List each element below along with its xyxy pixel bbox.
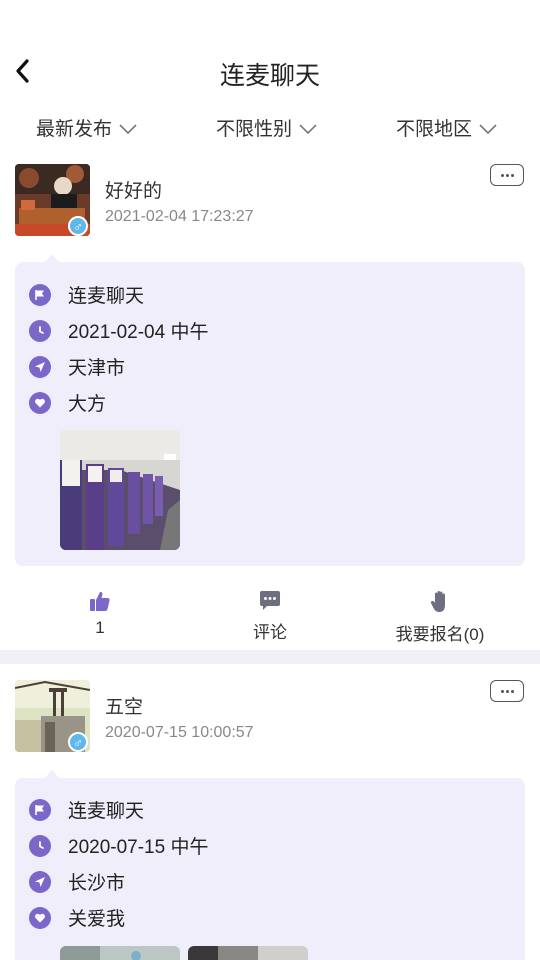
top-bar: 连麦聊天 bbox=[0, 0, 540, 104]
info-row-location: 天津市 bbox=[29, 353, 125, 380]
thumbs-up-icon bbox=[90, 591, 110, 611]
dot bbox=[500, 689, 504, 693]
dot bbox=[510, 689, 514, 693]
filter-gender-label: 不限性别 bbox=[216, 119, 293, 140]
username: 好好的 bbox=[105, 181, 163, 202]
comment-icon bbox=[260, 591, 280, 610]
info-row-time: 2021-02-04 中午 bbox=[29, 317, 208, 344]
clock-icon bbox=[29, 319, 51, 342]
info-requirement: 关爱我 bbox=[68, 909, 126, 930]
info-time: 2020-07-15 中午 bbox=[68, 837, 209, 858]
dot bbox=[505, 173, 509, 177]
like-button[interactable]: 1 bbox=[80, 590, 120, 638]
post-photo[interactable] bbox=[60, 430, 180, 550]
post-card: ♂ 好好的 2021-02-04 17:23:27 连麦聊天 2021-02-0… bbox=[0, 150, 540, 650]
flag-icon bbox=[29, 798, 51, 821]
comment-button[interactable]: 评论 bbox=[240, 590, 300, 643]
location-arrow-icon bbox=[29, 355, 51, 378]
info-requirement: 大方 bbox=[68, 394, 107, 415]
filter-sort-label: 最新发布 bbox=[36, 119, 113, 140]
filter-sort[interactable]: 最新发布 bbox=[36, 114, 138, 141]
info-row-location: 长沙市 bbox=[29, 868, 125, 895]
info-city: 长沙市 bbox=[68, 873, 126, 894]
info-row-topic: 连麦聊天 bbox=[29, 281, 144, 308]
info-topic: 连麦聊天 bbox=[68, 801, 145, 822]
chevron-down-icon bbox=[119, 123, 137, 134]
male-icon: ♂ bbox=[73, 218, 83, 234]
signup-button[interactable]: 我要报名(0) bbox=[385, 590, 495, 645]
info-row-requirement: 关爱我 bbox=[29, 904, 125, 931]
event-info-card[interactable]: 连麦聊天 2021-02-04 中午 天津市 大方 bbox=[15, 262, 525, 566]
dot bbox=[500, 173, 504, 177]
post-separator bbox=[0, 650, 540, 664]
info-row-topic: 连麦聊天 bbox=[29, 796, 144, 823]
info-row-time: 2020-07-15 中午 bbox=[29, 832, 208, 859]
page-title: 连麦聊天 bbox=[219, 62, 320, 90]
post-actions: 1 评论 我要报名(0) bbox=[0, 578, 540, 650]
post-photo[interactable] bbox=[188, 946, 308, 960]
info-topic: 连麦聊天 bbox=[68, 286, 145, 307]
flag-icon bbox=[29, 283, 51, 306]
post-card: ♂ 五空 2020-07-15 10:00:57 连麦聊天 2020-07-15… bbox=[0, 664, 540, 960]
card-pointer bbox=[45, 254, 59, 262]
location-arrow-icon bbox=[29, 870, 51, 893]
dot bbox=[510, 173, 514, 177]
heart-icon bbox=[29, 391, 51, 414]
filter-gender[interactable]: 不限性别 bbox=[216, 114, 318, 141]
chevron-down-icon bbox=[299, 123, 317, 134]
gender-male-badge: ♂ bbox=[68, 732, 88, 752]
clock-icon bbox=[29, 834, 51, 857]
post-time: 2020-07-15 10:00:57 bbox=[105, 724, 254, 741]
comment-label: 评论 bbox=[253, 623, 287, 642]
heart-icon bbox=[29, 906, 51, 929]
info-city: 天津市 bbox=[68, 358, 126, 379]
more-button[interactable] bbox=[490, 680, 524, 702]
filter-region[interactable]: 不限地区 bbox=[396, 114, 498, 141]
card-pointer bbox=[45, 770, 59, 778]
info-time: 2021-02-04 中午 bbox=[68, 322, 209, 343]
username: 五空 bbox=[105, 697, 144, 718]
chevron-down-icon bbox=[479, 123, 497, 134]
gender-male-badge: ♂ bbox=[68, 216, 88, 236]
raised-hand-icon bbox=[430, 591, 445, 612]
post-photo[interactable] bbox=[60, 946, 180, 960]
filter-bar: 最新发布 不限性别 不限地区 bbox=[0, 104, 540, 150]
event-info-card[interactable]: 连麦聊天 2020-07-15 中午 长沙市 关爱我 bbox=[15, 778, 525, 960]
like-count: 1 bbox=[95, 618, 105, 637]
dot bbox=[505, 689, 509, 693]
more-button[interactable] bbox=[490, 164, 524, 186]
signup-label: 我要报名(0) bbox=[395, 625, 485, 644]
post-time: 2021-02-04 17:23:27 bbox=[105, 208, 254, 225]
filter-region-label: 不限地区 bbox=[396, 119, 473, 140]
info-row-requirement: 大方 bbox=[29, 389, 106, 416]
male-icon: ♂ bbox=[73, 734, 83, 750]
